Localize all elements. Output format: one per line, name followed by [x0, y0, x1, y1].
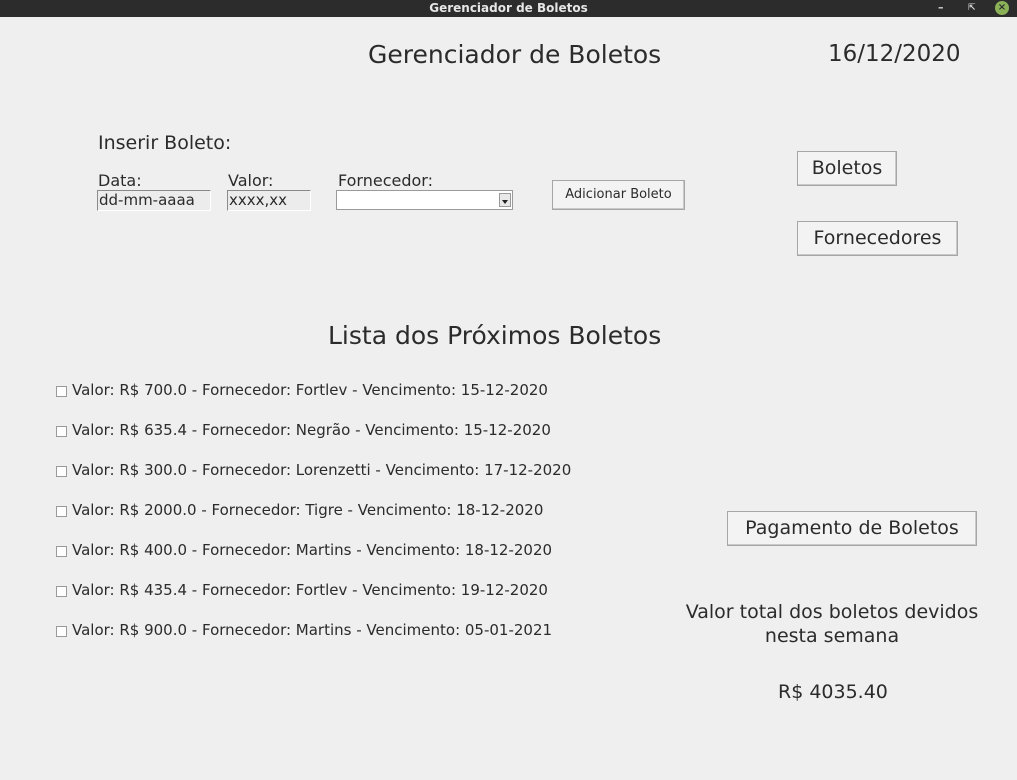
maximize-icon[interactable]: ⇱ [968, 1, 976, 15]
list-item-text: Valor: R$ 300.0 - Fornecedor: Lorenzetti… [72, 461, 572, 479]
list-item-text: Valor: R$ 2000.0 - Fornecedor: Tigre - V… [72, 501, 544, 519]
window-title: Gerenciador de Boletos [429, 1, 588, 15]
list-title: Lista dos Próximos Boletos [328, 321, 662, 350]
weekly-total-label: Valor total dos boletos devidos nesta se… [685, 601, 979, 647]
pagamento-boletos-button[interactable]: Pagamento de Boletos [727, 511, 977, 546]
checkbox[interactable] [56, 546, 67, 557]
current-date: 16/12/2020 [828, 41, 961, 67]
checkbox[interactable] [56, 626, 67, 637]
checkbox[interactable] [56, 506, 67, 517]
boletos-button[interactable]: Boletos [797, 151, 897, 186]
minimize-icon[interactable]: – [938, 1, 944, 15]
checkbox[interactable] [56, 386, 67, 397]
checkbox[interactable] [56, 466, 67, 477]
list-item-text: Valor: R$ 435.4 - Fornecedor: Fortlev - … [72, 581, 548, 599]
checkbox[interactable] [56, 586, 67, 597]
fornecedores-button[interactable]: Fornecedores [797, 221, 958, 256]
add-boleto-button[interactable]: Adicionar Boleto [552, 180, 685, 210]
list-item-text: Valor: R$ 400.0 - Fornecedor: Martins - … [72, 541, 553, 559]
valor-field[interactable]: xxxx,xx [227, 190, 311, 211]
page-title: Gerenciador de Boletos [368, 40, 662, 69]
weekly-total-value: R$ 4035.40 [778, 681, 888, 703]
valor-label: Valor: [228, 171, 274, 190]
close-icon[interactable]: × [995, 1, 1009, 15]
data-field[interactable]: dd-mm-aaaa [97, 190, 211, 211]
list-item-text: Valor: R$ 700.0 - Fornecedor: Fortlev - … [72, 381, 548, 399]
fornecedor-select[interactable] [336, 190, 513, 210]
chevron-down-icon[interactable] [499, 193, 511, 207]
list-item-text: Valor: R$ 900.0 - Fornecedor: Martins - … [72, 621, 553, 639]
fornecedor-label: Fornecedor: [338, 171, 433, 190]
window-titlebar: Gerenciador de Boletos – ⇱ × [0, 0, 1017, 17]
data-label: Data: [98, 171, 142, 190]
list-item-text: Valor: R$ 635.4 - Fornecedor: Negrão - V… [72, 421, 551, 439]
insert-section-label: Inserir Boleto: [98, 132, 232, 154]
checkbox[interactable] [56, 426, 67, 437]
